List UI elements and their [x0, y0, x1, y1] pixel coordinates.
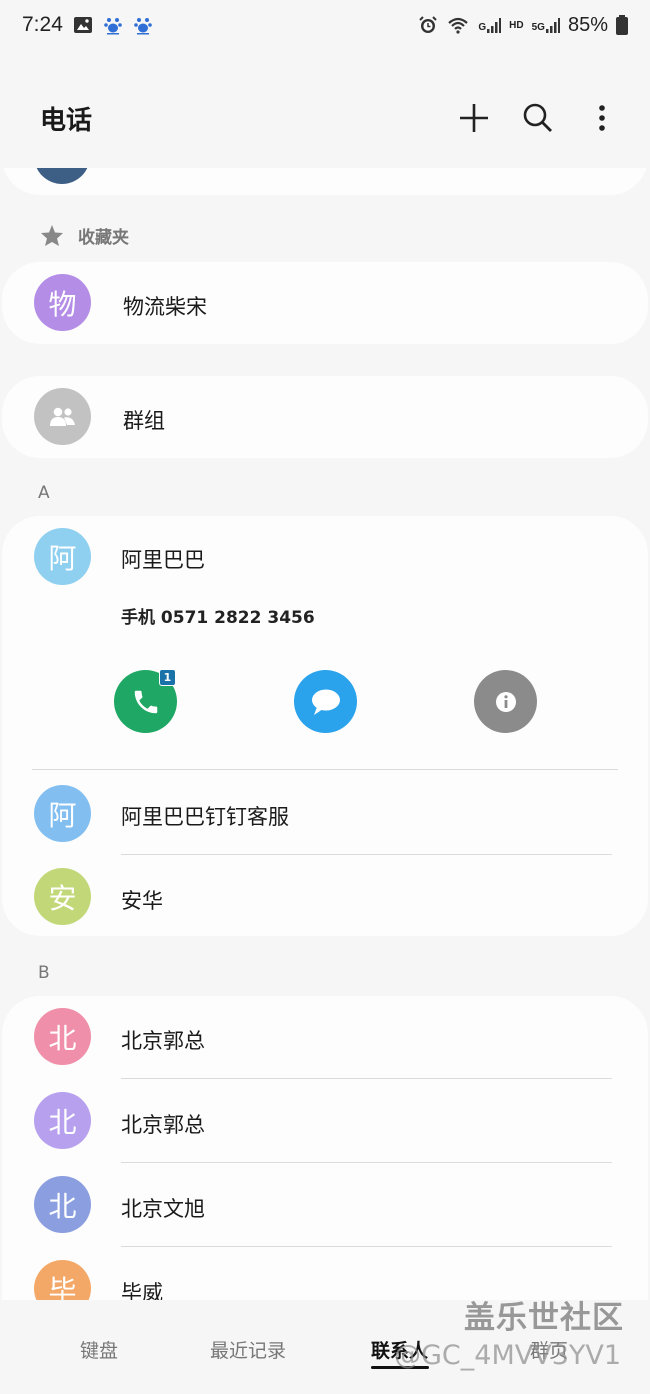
group-icon [49, 407, 75, 426]
contact-phone-number[interactable]: 手机 0571 2822 3456 [121, 603, 315, 628]
divider [121, 1246, 612, 1247]
page-title: 电话 [40, 105, 93, 136]
favorites-header-label: 收藏夹 [78, 228, 129, 248]
contact-row[interactable]: 阿 阿里巴巴钉钉客服 [2, 772, 648, 856]
net-g-label: G [478, 22, 487, 33]
signal-5g: 5G [532, 17, 560, 33]
contact-name: 物流柴宋 [123, 295, 207, 319]
gallery-icon [73, 17, 92, 33]
contact-name: 北京郭总 [121, 1113, 205, 1137]
contact-avatar: 阿 [34, 528, 91, 585]
search-icon [523, 103, 552, 132]
section-header-b: B [38, 963, 50, 983]
section-header-a: A [38, 483, 50, 503]
avatar-initial: 安 [48, 881, 77, 915]
contact-name: 安华 [121, 889, 163, 913]
contact-avatar: 毕 [34, 1260, 91, 1300]
groups-avatar [34, 388, 91, 445]
contact-row[interactable]: 物 物流柴宋 [2, 262, 648, 344]
avatar-initial: 北 [48, 1189, 77, 1223]
watermark-handle: @GC_4MVV3YV1 [394, 1340, 622, 1371]
signal-bars-icon-2 [545, 18, 560, 33]
divider [121, 854, 612, 855]
avatar-initial: 毕 [48, 1273, 77, 1301]
favorites-card: 物 物流柴宋 [2, 262, 648, 344]
alarm-icon [419, 16, 438, 33]
status-bar: 7:24 G HD 5G 85% [0, 0, 650, 50]
contact-name: 毕威 [121, 1281, 163, 1300]
contact-row[interactable]: 安 安华 [2, 856, 648, 940]
battery-icon [616, 15, 628, 35]
info-icon [495, 691, 516, 712]
app-bar: 电话 [0, 88, 650, 148]
call-button[interactable]: 1 [114, 669, 177, 733]
message-button[interactable] [294, 670, 357, 733]
search-button[interactable] [520, 100, 556, 136]
status-bar-right: G HD 5G 85% [418, 14, 628, 37]
chat-bubble-icon [311, 689, 340, 715]
net-hd-label: HD [509, 19, 524, 31]
net-5g-label: 5G [531, 22, 545, 33]
baidu-app-icon-2 [134, 18, 152, 35]
watermark-title: 盖乐世社区 [464, 1300, 624, 1336]
missed-call-badge: 1 [159, 669, 176, 686]
signal-g: G [478, 17, 502, 33]
contact-name: 北京文旭 [121, 1197, 205, 1221]
contact-name: 北京郭总 [121, 1029, 205, 1053]
contact-name: 阿里巴巴 [121, 548, 205, 572]
contact-avatar: 安 [34, 868, 91, 925]
baidu-app-icon [104, 18, 122, 35]
contact-avatar: 北 [34, 1092, 91, 1149]
contact-row-expanded[interactable]: 阿 阿里巴巴 [2, 516, 648, 600]
divider [32, 769, 618, 770]
contact-avatar: 北 [34, 1176, 91, 1233]
status-bar-left: 7:24 [22, 13, 153, 37]
more-vert-icon [599, 105, 605, 131]
avatar-initial: 北 [48, 1021, 77, 1055]
groups-card: 群组 [2, 376, 648, 458]
contact-row[interactable]: 北 北京郭总 [2, 1080, 648, 1164]
avatar-initial: 阿 [48, 798, 77, 832]
avatar-initial: 物 [48, 287, 77, 321]
wifi-icon [448, 17, 469, 34]
battery-percent: 85% [567, 13, 608, 36]
tab-recents[interactable]: 最近记录 [210, 1336, 286, 1363]
groups-row[interactable]: 群组 [2, 376, 648, 458]
groups-label: 群组 [123, 409, 165, 433]
contact-avatar: 北 [34, 1008, 91, 1065]
more-options-button[interactable] [584, 100, 620, 136]
signal-bars-icon [487, 18, 502, 33]
add-contact-button[interactable] [456, 100, 492, 136]
add-icon [460, 104, 488, 132]
avatar-initial: 阿 [48, 541, 77, 575]
divider [121, 1162, 612, 1163]
contact-row[interactable]: 北 北京郭总 [2, 996, 648, 1080]
contact-name: 阿里巴巴钉钉客服 [121, 805, 289, 829]
contact-avatar: 阿 [34, 785, 91, 842]
contact-row[interactable]: 北 北京文旭 [2, 1164, 648, 1248]
app-bar-actions [456, 100, 620, 136]
favorites-header: 收藏夹 [40, 223, 129, 248]
contact-info-button[interactable] [474, 670, 537, 733]
avatar-initial: 北 [48, 1105, 77, 1139]
status-time: 7:24 [22, 13, 63, 36]
phone-icon [134, 690, 157, 713]
star-icon [41, 225, 63, 246]
tab-keypad[interactable]: 键盘 [80, 1336, 118, 1363]
divider [121, 1078, 612, 1079]
contact-avatar: 物 [34, 274, 91, 331]
